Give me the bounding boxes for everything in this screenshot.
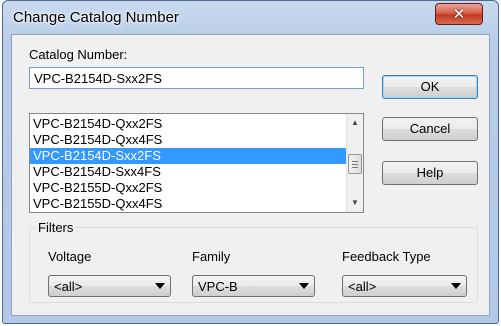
ok-button[interactable]: OK [382, 75, 478, 99]
help-button[interactable]: Help [382, 161, 478, 185]
family-value: VPC-B [198, 279, 238, 294]
family-select[interactable]: VPC-B [192, 275, 315, 297]
list-item[interactable]: VPC-B2154D-Sxx2FS [30, 148, 347, 164]
scroll-up-icon[interactable]: ▲ [347, 115, 363, 131]
chevron-down-icon [299, 283, 309, 289]
feedback-type-value: <all> [348, 279, 377, 294]
title-bar[interactable]: Change Catalog Number ✕ [3, 1, 498, 35]
family-label: Family [192, 249, 231, 264]
catalog-number-input[interactable]: VPC-B2154D-Sxx2FS [29, 67, 364, 89]
list-item[interactable]: VPC-B2154D-Sxx4FS [30, 164, 347, 180]
scrollbar-thumb[interactable] [348, 154, 362, 174]
voltage-select[interactable]: <all> [48, 275, 171, 297]
list-scrollbar[interactable]: ▲ ▼ [346, 114, 363, 212]
window-title: Change Catalog Number [13, 9, 179, 26]
close-button[interactable]: ✕ [435, 3, 483, 25]
list-item[interactable]: VPC-B2155D-Qxx2FS [30, 180, 347, 196]
grip-line [352, 164, 358, 165]
feedback-type-select[interactable]: <all> [342, 275, 467, 297]
cancel-button[interactable]: Cancel [382, 117, 478, 141]
chevron-down-icon [155, 283, 165, 289]
chevron-down-icon [451, 283, 461, 289]
list-item[interactable]: VPC-B2155D-Qxx4FS [30, 196, 347, 212]
dialog-window: Change Catalog Number ✕ Catalog Number: … [2, 0, 499, 324]
voltage-value: <all> [54, 279, 83, 294]
close-icon: ✕ [452, 5, 466, 23]
grip-line [352, 167, 358, 168]
feedback-type-label: Feedback Type [342, 249, 431, 264]
scroll-down-icon[interactable]: ▼ [347, 195, 363, 211]
filters-title: Filters [36, 220, 76, 235]
catalog-list[interactable]: VPC-B2154D-Qxx2FS VPC-B2154D-Qxx4FS VPC-… [29, 113, 364, 213]
dialog-body: Catalog Number: VPC-B2154D-Sxx2FS VPC-B2… [11, 34, 490, 316]
list-item[interactable]: VPC-B2154D-Qxx2FS [30, 116, 347, 132]
grip-line [352, 161, 358, 162]
list-item[interactable]: VPC-B2154D-Qxx4FS [30, 132, 347, 148]
catalog-list-items: VPC-B2154D-Qxx2FS VPC-B2154D-Qxx4FS VPC-… [30, 116, 347, 212]
voltage-label: Voltage [48, 249, 92, 264]
catalog-number-label: Catalog Number: [29, 47, 128, 62]
